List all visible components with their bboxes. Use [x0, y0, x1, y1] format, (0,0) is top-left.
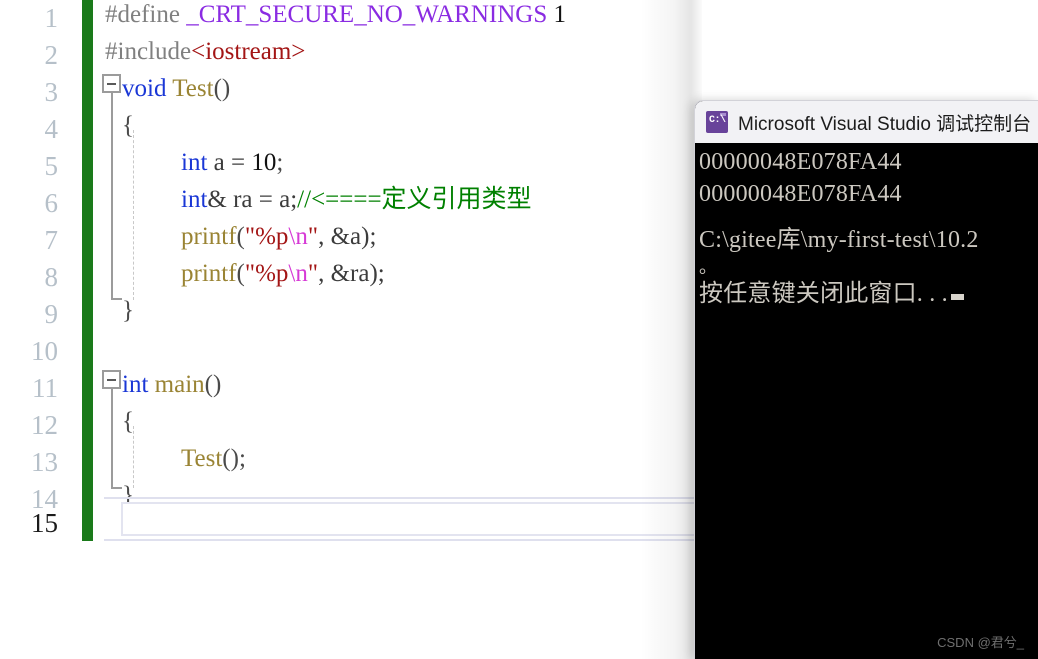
console-output-area[interactable]: 00000048E078FA44 00000048E078FA44 C:\git…	[695, 143, 1038, 659]
console-cursor	[950, 294, 964, 300]
code-line-8: printf("%p\n", &ra);	[181, 255, 385, 292]
console-output-wrap-line: 。	[699, 257, 718, 277]
code-line-6: int& ra = a;//<====定义引用类型	[181, 181, 532, 218]
fold-collapse-icon[interactable]	[102, 370, 121, 389]
token-comment: //<====定义引用类型	[297, 186, 532, 213]
token-ampersand: &	[207, 186, 227, 213]
token-preprocessor: #include	[105, 38, 192, 65]
console-title-text: Microsoft Visual Studio 调试控制台	[738, 113, 1032, 135]
fold-guide-line	[111, 389, 113, 487]
token-escape: \n	[288, 223, 308, 250]
token-punct: ()	[204, 371, 222, 398]
prompt-text: 按任意键关闭此窗口. . .	[699, 281, 948, 307]
code-line-1: #define _CRT_SECURE_NO_WARNINGS 1	[105, 0, 566, 33]
token-header: <iostream>	[191, 38, 306, 65]
token-identifier: a =	[207, 149, 252, 176]
token-punct: (	[236, 223, 245, 250]
token-keyword: int	[181, 186, 208, 213]
console-app-icon: C:\	[706, 111, 728, 133]
token-string: "%p	[244, 260, 289, 287]
console-title-bar[interactable]: C:\ Microsoft Visual Studio 调试控制台	[695, 101, 1038, 143]
token-number: 10	[251, 149, 277, 176]
token-semicolon: ;	[276, 149, 284, 176]
token-identifier: ra = a;	[226, 186, 298, 213]
token-keyword: int	[122, 371, 149, 398]
console-output-line: 00000048E078FA44	[699, 181, 902, 207]
fold-guide-foot	[111, 298, 122, 300]
fold-guide-foot	[111, 487, 122, 489]
console-output-prompt-line: 按任意键关闭此窗口. . .	[699, 278, 1038, 310]
code-editor[interactable]: 1 2 3 4 5 6 7 8 9 10 11 12 13 14 15 #def…	[0, 0, 701, 545]
current-line-top-border	[104, 497, 701, 499]
indent-guide	[133, 130, 134, 300]
console-output-blank-line	[699, 210, 1038, 224]
code-line-11: int main()	[122, 366, 221, 403]
token-punct: ()	[213, 75, 231, 102]
token-function: main	[148, 371, 205, 398]
code-line-13: Test();	[181, 440, 246, 477]
token-string: "	[307, 260, 319, 287]
code-line-5: int a = 10;	[181, 144, 283, 181]
token-number: 1	[547, 1, 567, 28]
watermark-text: CSDN @君兮_	[937, 635, 1024, 650]
fold-guide-line	[111, 93, 113, 298]
fold-collapse-icon[interactable]	[102, 74, 121, 93]
token-escape: \n	[288, 260, 308, 287]
token-function: printf	[181, 260, 237, 287]
current-line-bottom-border	[104, 539, 701, 541]
token-preprocessor: #define	[105, 1, 180, 28]
token-arguments: , &ra);	[318, 260, 385, 287]
token-punct: ();	[222, 445, 246, 472]
token-function: Test	[181, 445, 223, 472]
debug-console-window[interactable]: C:\ Microsoft Visual Studio 调试控制台 000000…	[694, 100, 1038, 659]
code-line-7: printf("%p\n", &a);	[181, 218, 376, 255]
token-punct: (	[236, 260, 245, 287]
token-keyword: int	[181, 149, 208, 176]
token-function: printf	[181, 223, 237, 250]
token-keyword: void	[122, 75, 167, 102]
token-string: "%p	[244, 223, 289, 250]
icon-prompt-glyph: C:\	[709, 115, 726, 126]
token-macro: _CRT_SECURE_NO_WARNINGS	[179, 1, 548, 28]
current-line-highlight[interactable]	[121, 502, 701, 536]
token-arguments: , &a);	[318, 223, 377, 250]
console-output-path-line: C:\gitee库\my-first-test\10.2	[699, 227, 979, 253]
console-output-line: 00000048E078FA44	[699, 149, 902, 175]
token-function: Test	[166, 75, 214, 102]
code-line-3: void Test()	[122, 70, 230, 107]
token-string: "	[307, 223, 319, 250]
indent-guide	[133, 426, 134, 488]
token-brace: }	[122, 297, 134, 324]
code-line-2: #include<iostream>	[105, 33, 305, 70]
